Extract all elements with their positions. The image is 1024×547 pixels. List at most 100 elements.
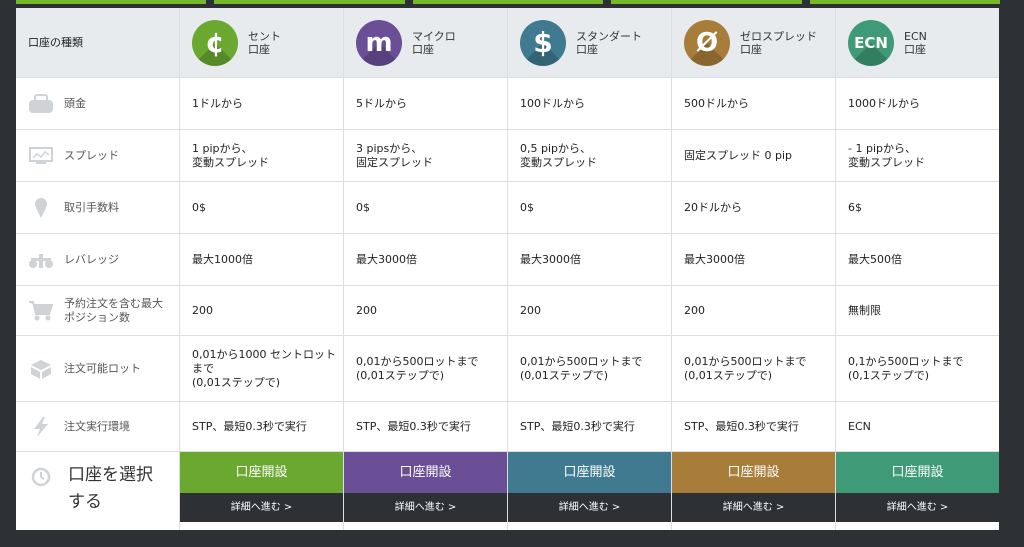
table-cell: 1000ドルから	[848, 96, 920, 110]
account-ecn: ECN ECN 口座	[836, 8, 999, 77]
table-cell: 最大1000倍	[180, 234, 344, 285]
table-cell: 最大3000倍	[672, 234, 836, 285]
table-cell: STP、最短0.3秒で実行	[344, 402, 508, 451]
table-cell: 最大3000倍	[344, 234, 508, 285]
open-account-button-zero[interactable]: 口座開設	[672, 452, 835, 493]
account-standard: $ スタンダート 口座	[508, 8, 672, 77]
top-accent-bar	[16, 0, 1001, 4]
details-button-zero[interactable]: 詳細へ進む >	[672, 493, 835, 522]
account-name-suffix: 口座	[248, 42, 270, 56]
account-name-suffix: 口座	[412, 42, 434, 56]
table-row-lots: 注文可能ロット 0,01から1000 セントロット まで (0,01ステップで) 0…	[16, 336, 999, 402]
table-cell: 0,01から500ロットまで (0,01ステップで)	[672, 336, 836, 401]
row-label: スプレッド	[64, 148, 119, 162]
table-row-deposit: 頭金 1ドルから 5ドルから 100ドルから 500ドルから 1000ドルから	[16, 78, 999, 130]
row-label: 注文実行環境	[64, 419, 130, 433]
details-button-standard[interactable]: 詳細へ進む >	[508, 493, 671, 522]
details-button-micro[interactable]: 詳細へ進む >	[344, 493, 507, 522]
table-row-execution: 注文実行環境 STP、最短0.3秒で実行 STP、最短0.3秒で実行 STP、最…	[16, 402, 999, 452]
table-cell: 200	[344, 286, 508, 335]
lightning-icon	[28, 416, 54, 438]
account-name: スタンダート	[576, 29, 642, 43]
table-cell: 100ドルから	[508, 78, 672, 129]
table-cell: - 1 pipから、 変動スプレッド	[848, 141, 925, 169]
row-label: 予約注文を含む最大	[64, 296, 163, 310]
account-name: ゼロスプレッド	[740, 29, 817, 43]
table-row-max-positions: 予約注文を含む最大 ポジション数 200 200 200 200 無制限	[16, 286, 999, 336]
table-cell: 3 pipsから、 固定スプレッド	[344, 130, 508, 181]
account-name-suffix: 口座	[740, 42, 762, 56]
table-cell: 1 pipから、 変動スプレッド	[180, 130, 344, 181]
open-account-button-ecn[interactable]: 口座開設	[836, 452, 999, 493]
table-cell: STP、最短0.3秒で実行	[672, 402, 836, 451]
row-label-line2: ポジション数	[64, 310, 130, 324]
table-cell: 0$	[344, 182, 508, 233]
account-name-suffix: 口座	[904, 42, 926, 56]
table-cell: 無制限	[848, 303, 881, 317]
open-account-button-standard[interactable]: 口座開設	[508, 452, 671, 493]
select-account-title-suffix: する	[68, 492, 102, 512]
table-cell: 6$	[848, 200, 862, 214]
cent-icon: ¢	[192, 19, 238, 66]
table-cell: 0$	[508, 182, 672, 233]
table-cell: 0,01から1000 セントロット まで (0,01ステップで)	[180, 336, 344, 401]
cent-actions: 口座開設 詳細へ進む >	[180, 452, 344, 530]
table-cell: 0,01から500ロットまで (0,01ステップで)	[344, 336, 508, 401]
zero-actions: 口座開設 詳細へ進む >	[672, 452, 836, 530]
ecn-actions: 口座開設 詳細へ進む >	[836, 452, 999, 530]
wallet-icon	[28, 93, 54, 115]
table-cell: 0,01から500ロットまで (0,01ステップで)	[508, 336, 672, 401]
account-name-suffix: 口座	[576, 42, 598, 56]
row-label: 頭金	[64, 96, 86, 110]
open-account-button-micro[interactable]: 口座開設	[344, 452, 507, 493]
footer-row: 口座を選択する 口座開設 詳細へ進む > 口座開設 詳細へ進む > 口座開設 詳…	[16, 452, 999, 530]
table-cell: 5ドルから	[344, 78, 508, 129]
table-cell: 200	[180, 286, 344, 335]
account-cent: ¢ セント 口座	[180, 8, 344, 77]
table-row-leverage: レバレッジ 最大1000倍 最大3000倍 最大3000倍 最大3000倍 最大…	[16, 234, 999, 286]
account-type-label: 口座の種類	[16, 8, 180, 77]
micro-actions: 口座開設 詳細へ進む >	[344, 452, 508, 530]
table-cell: 0,1から500ロットまで (0,1ステップで)	[848, 354, 964, 382]
table-cell: 200	[508, 286, 672, 335]
standard-actions: 口座開設 詳細へ進む >	[508, 452, 672, 530]
scale-icon	[28, 249, 54, 271]
table-cell: ECN	[848, 419, 871, 433]
cart-icon	[28, 300, 54, 322]
table-cell: 最大3000倍	[508, 234, 672, 285]
row-label: 注文可能ロット	[64, 361, 141, 375]
account-name: セント	[248, 29, 281, 43]
row-label: 取引手数料	[64, 200, 119, 214]
account-comparison-table: 口座の種類 ¢ セント 口座 m マイクロ 口座 $ スタンダート 口座 Ø ゼロスプ…	[16, 8, 999, 530]
ecn-icon: ECN	[848, 19, 894, 66]
header-row: 口座の種類 ¢ セント 口座 m マイクロ 口座 $ スタンダート 口座 Ø ゼロスプ…	[16, 8, 999, 78]
select-account-title: 口座を選択	[68, 465, 153, 485]
table-cell: 0$	[180, 182, 344, 233]
row-label: レバレッジ	[64, 252, 119, 266]
table-cell: 500ドルから	[672, 78, 836, 129]
account-name: ECN	[904, 29, 927, 43]
box-icon	[28, 358, 54, 380]
table-row-commission: 取引手数料 0$ 0$ 0$ 20ドルから 6$	[16, 182, 999, 234]
open-account-button-cent[interactable]: 口座開設	[180, 452, 343, 493]
clock-icon	[28, 466, 54, 488]
select-account-cell: 口座を選択 する	[16, 452, 180, 530]
table-cell: 20ドルから	[672, 182, 836, 233]
table-cell: 1ドルから	[180, 78, 344, 129]
account-micro: m マイクロ 口座	[344, 8, 508, 77]
details-button-cent[interactable]: 詳細へ進む >	[180, 493, 343, 522]
details-button-ecn[interactable]: 詳細へ進む >	[836, 493, 999, 522]
table-cell: 最大500倍	[848, 252, 902, 266]
account-name: マイクロ	[412, 29, 456, 43]
table-row-spread: スプレッド 1 pipから、 変動スプレッド 3 pipsから、 固定スプレッド 0…	[16, 130, 999, 182]
table-cell: STP、最短0.3秒で実行	[508, 402, 672, 451]
micro-icon: m	[356, 19, 402, 66]
table-cell: 200	[672, 286, 836, 335]
zero-icon: Ø	[684, 19, 730, 66]
dollar-icon: $	[520, 19, 566, 66]
monitor-icon	[28, 145, 54, 167]
table-cell: 固定スプレッド 0 pip	[672, 130, 836, 181]
table-cell: STP、最短0.3秒で実行	[180, 402, 344, 451]
table-cell: 0,5 pipから、 変動スプレッド	[508, 130, 672, 181]
ice-cream-icon	[28, 197, 54, 219]
